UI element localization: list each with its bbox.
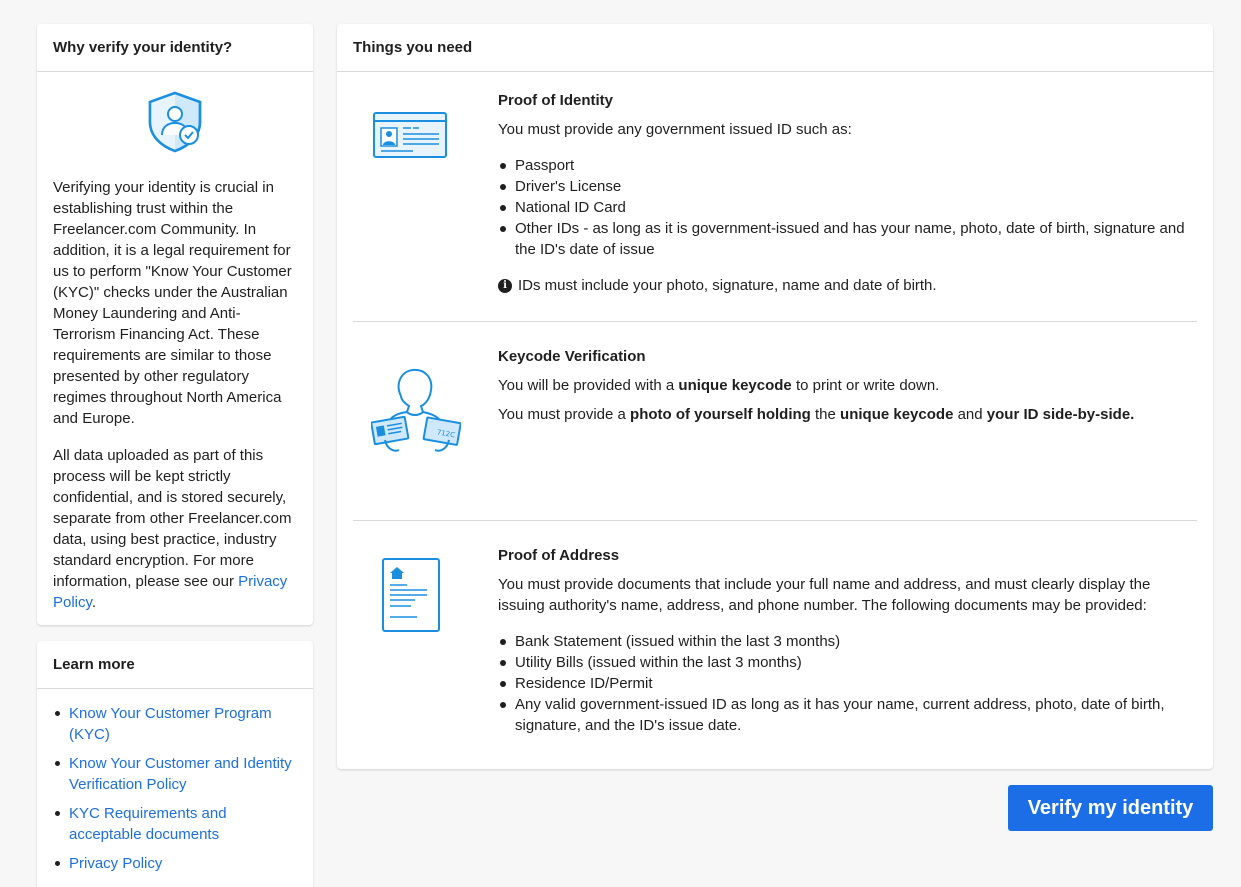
kyc-program-link[interactable]: Know Your Customer Program (KYC): [69, 705, 272, 743]
id-card-icon: [373, 112, 447, 158]
kyc-requirements-link[interactable]: KYC Requirements and acceptable document…: [69, 805, 227, 843]
learn-more-title: Learn more: [37, 641, 313, 689]
kyc-policy-link[interactable]: Know Your Customer and Identity Verifica…: [69, 755, 292, 793]
proof-of-address-section: Proof of Address You must provide docume…: [353, 545, 1197, 745]
keycode-line-2-e: and: [957, 406, 983, 423]
list-item: National ID Card: [498, 197, 1197, 218]
data-privacy-text-main: All data uploaded as part of this proces…: [53, 447, 292, 590]
info-icon: i: [498, 278, 512, 293]
keycode-line-1-c: to print or write down.: [795, 377, 940, 394]
list-item: Bank Statement (issued within the last 3…: [498, 631, 1197, 652]
keycode-line-1-b: unique keycode: [678, 377, 792, 394]
proof-of-address-intro: You must provide documents that include …: [498, 576, 1151, 614]
keycode-line-2-b: photo of yourself holding: [630, 406, 811, 423]
data-privacy-text-end: .: [91, 594, 97, 611]
things-you-need-card: Things you need Proof of Identity You mu…: [337, 24, 1213, 769]
list-item: Other IDs - as long as it is government-…: [498, 218, 1197, 260]
list-item: Privacy Policy: [53, 853, 297, 874]
learn-more-card: Learn more Know Your Customer Program (K…: [37, 641, 313, 887]
keycode-line-2: You must provide a photo of yourself hol…: [498, 404, 1197, 425]
list-item: KYC Requirements and acceptable document…: [53, 803, 297, 845]
keycode-line-1-a: You will be provided with a: [498, 377, 675, 394]
keycode-line-2-c: the: [815, 406, 836, 423]
shield-user-icon: [148, 91, 202, 153]
privacy-policy-learn-link[interactable]: Privacy Policy: [69, 855, 162, 872]
proof-of-identity-title: Proof of Identity: [498, 92, 613, 109]
keycode-verification-section: 712C Keycode Verification You will be pr…: [353, 346, 1197, 516]
list-item: Driver's License: [498, 176, 1197, 197]
why-verify-text: Verifying your identity is crucial in es…: [53, 179, 292, 427]
person-holding-id-icon: 712C: [371, 368, 461, 452]
keycode-line-2-d: unique keycode: [840, 406, 954, 423]
list-item: Passport: [498, 155, 1197, 176]
keycode-line-1: You will be provided with a unique keyco…: [498, 375, 1197, 396]
learn-more-list: Know Your Customer Program (KYC) Know Yo…: [37, 689, 313, 874]
keycode-verification-title: Keycode Verification: [498, 348, 646, 365]
address-documents-list: Bank Statement (issued within the last 3…: [498, 631, 1197, 736]
things-you-need-title: Things you need: [337, 24, 1213, 72]
divider: [353, 520, 1197, 521]
why-verify-title: Why verify your identity?: [37, 24, 313, 72]
proof-of-address-title: Proof of Address: [498, 547, 620, 564]
list-item: Any valid government-issued ID as long a…: [498, 694, 1197, 736]
list-item: Know Your Customer and Identity Verifica…: [53, 753, 297, 795]
list-item: Know Your Customer Program (KYC): [53, 703, 297, 745]
identity-documents-list: Passport Driver's License National ID Ca…: [498, 155, 1197, 260]
verify-my-identity-button[interactable]: Verify my identity: [1008, 785, 1213, 831]
identity-note: i IDs must include your photo, signature…: [498, 275, 1197, 296]
proof-of-identity-section: Proof of Identity You must provide any g…: [353, 90, 1197, 320]
keycode-line-2-a: You must provide a: [498, 406, 626, 423]
data-privacy-text: All data uploaded as part of this proces…: [53, 445, 297, 613]
list-item: Utility Bills (issued within the last 3 …: [498, 652, 1197, 673]
list-item: Residence ID/Permit: [498, 673, 1197, 694]
address-document-icon: [382, 558, 440, 632]
keycode-line-2-f: your ID side-by-side.: [986, 406, 1135, 423]
divider: [353, 321, 1197, 322]
identity-note-text: IDs must include your photo, signature, …: [518, 277, 937, 294]
why-verify-card: Why verify your identity? Verifying your…: [37, 24, 313, 625]
proof-of-identity-intro: You must provide any government issued I…: [498, 121, 852, 138]
